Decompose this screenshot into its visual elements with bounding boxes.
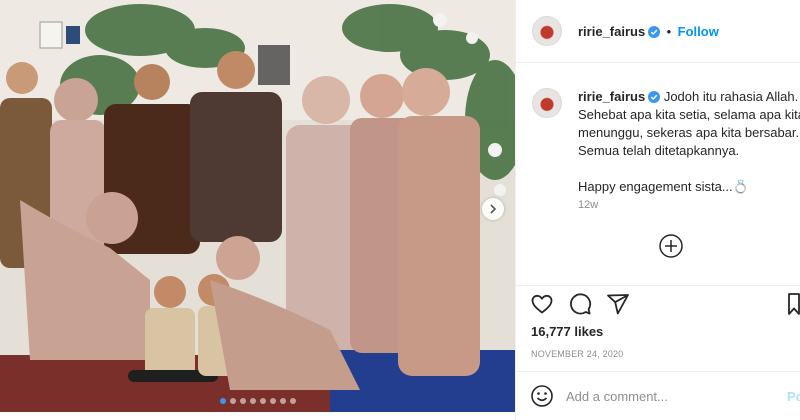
caption-line: [578, 160, 800, 178]
post-date[interactable]: NOVEMBER 24, 2020: [531, 349, 623, 359]
carousel-dot: [249, 398, 256, 404]
comment-icon[interactable]: [568, 292, 592, 316]
bookmark-icon[interactable]: [788, 292, 800, 316]
carousel-dot: [239, 398, 246, 404]
share-icon[interactable]: [606, 292, 630, 316]
header-user-row: ririe_fairus • Follow: [578, 23, 719, 41]
caption-line: Happy engagement sista...💍: [578, 179, 749, 194]
header-username[interactable]: ririe_fairus: [578, 24, 645, 39]
heart-icon[interactable]: [530, 292, 554, 316]
more-comments-icon[interactable]: [658, 233, 684, 259]
comment-input[interactable]: [566, 386, 776, 406]
family-photo-image: [0, 0, 515, 412]
carousel-dot: [259, 398, 266, 404]
caption-avatar[interactable]: [532, 88, 562, 118]
post-header: ririe_fairus • Follow: [516, 0, 800, 63]
post-comment-button[interactable]: Po: [787, 389, 800, 404]
carousel-dot-active: [219, 398, 226, 404]
actions-divider: [516, 285, 800, 286]
next-arrow-icon: [490, 204, 497, 214]
carousel-dot: [279, 398, 286, 404]
caption-time-ago[interactable]: 12w: [578, 199, 598, 211]
header-separator: •: [666, 24, 672, 39]
caption-line: Semua telah ditetapkannya.: [578, 143, 740, 158]
next-slide-button[interactable]: [482, 198, 504, 220]
comment-divider: [516, 371, 800, 372]
caption-text: ririe_fairus Jodoh itu rahasia Allah. Se…: [578, 88, 800, 196]
carousel-dot: [229, 398, 236, 404]
follow-button[interactable]: Follow: [678, 24, 719, 39]
caption-username[interactable]: ririe_fairus: [578, 89, 645, 104]
caption-line: Jodoh itu rahasia Allah.: [663, 89, 799, 104]
verified-icon: [648, 26, 661, 38]
caption-line: Sehebat apa kita setia, selama apa kita: [578, 107, 800, 122]
instagram-post: ririe_fairus • Follow ririe_fairus Jodoh…: [0, 0, 800, 420]
post-photo[interactable]: [0, 0, 515, 412]
likes-count[interactable]: 16,777 likes: [531, 324, 603, 339]
carousel-dots: [0, 398, 515, 404]
verified-icon: [648, 91, 661, 103]
carousel-dot: [269, 398, 276, 404]
emoji-icon[interactable]: [530, 384, 554, 408]
avatar[interactable]: [532, 16, 562, 46]
caption-line: menunggu, sekeras apa kita bersabar.: [578, 125, 800, 140]
carousel-dot: [289, 398, 296, 404]
